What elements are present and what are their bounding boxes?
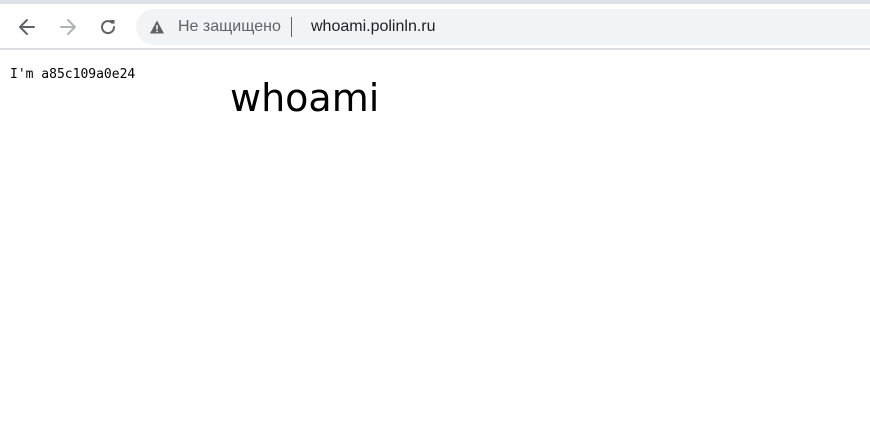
security-indicator[interactable]: Не защищено	[148, 9, 292, 45]
back-button[interactable]	[12, 12, 42, 42]
forward-button[interactable]	[53, 12, 83, 42]
reload-icon	[101, 20, 116, 35]
url-text[interactable]: whoami.polinln.ru	[311, 9, 436, 45]
page-title: whoami	[230, 76, 380, 120]
browser-toolbar: Не защищено whoami.polinln.ru	[0, 0, 870, 48]
arrow-left-icon	[19, 19, 35, 35]
security-label: Не защищено	[178, 18, 281, 35]
page-content: I'm a85c109a0e24 whoami	[0, 50, 870, 426]
warning-triangle-icon	[148, 18, 166, 36]
security-separator	[290, 17, 292, 37]
hostname-line: I'm a85c109a0e24	[10, 67, 136, 82]
reload-button[interactable]	[93, 12, 123, 42]
address-bar[interactable]: Не защищено whoami.polinln.ru	[136, 9, 870, 45]
arrow-right-icon	[60, 19, 76, 35]
